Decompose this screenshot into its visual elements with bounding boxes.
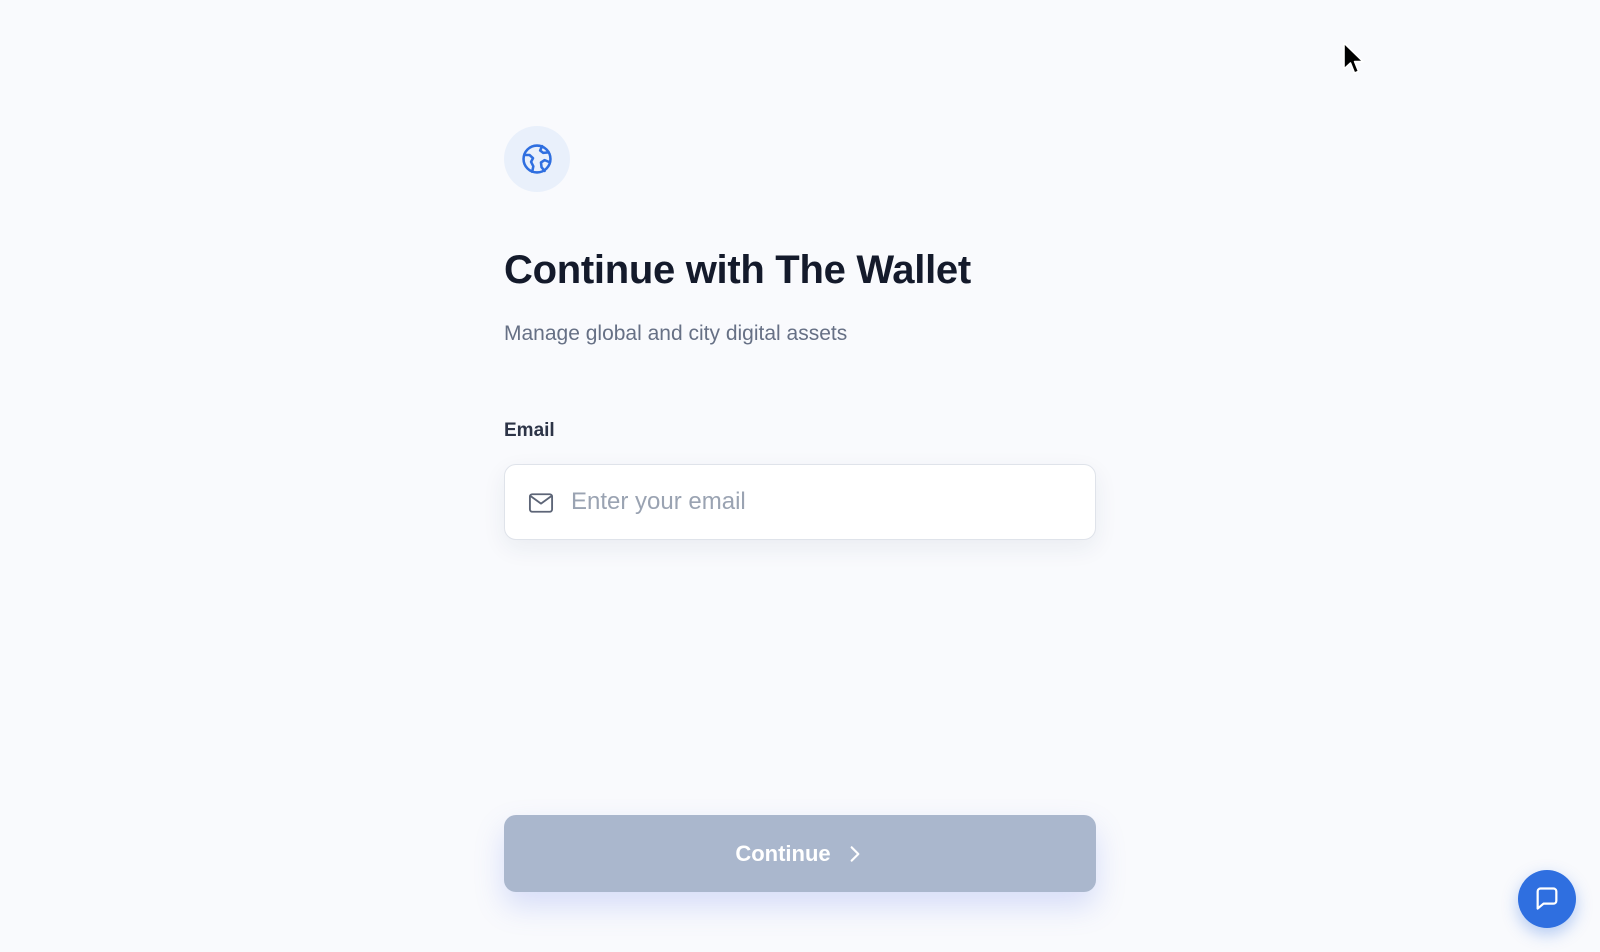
email-input[interactable] (571, 465, 1081, 539)
support-chat-button[interactable] (1518, 870, 1576, 928)
page-subtitle: Manage global and city digital assets (504, 322, 848, 345)
chevron-right-icon (850, 845, 860, 862)
email-label: Email (504, 420, 555, 441)
mail-icon (528, 493, 554, 513)
mouse-cursor-icon (1343, 42, 1364, 74)
continue-button[interactable]: Continue (504, 815, 1096, 892)
brand-logo-badge (504, 126, 570, 192)
continue-button-label: Continue (735, 840, 831, 866)
page-title: Continue with The Wallet (504, 248, 971, 292)
globe-icon (522, 144, 552, 174)
login-page: Continue with The Wallet Manage global a… (0, 0, 1600, 952)
chat-bubble-icon (1536, 887, 1558, 910)
email-field-wrapper[interactable] (504, 464, 1096, 540)
